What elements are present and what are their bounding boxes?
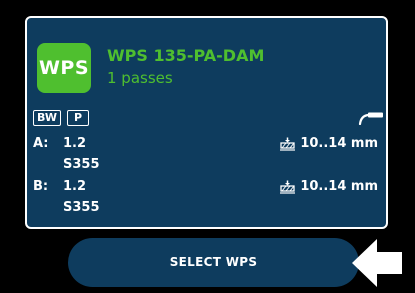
part-b-material: S355 bbox=[63, 200, 100, 215]
part-b-range: 10..14 mm bbox=[300, 179, 378, 194]
wps-passes-count: 1 passes bbox=[107, 69, 173, 87]
position-tag: P bbox=[67, 110, 89, 126]
part-a-value: 1.2 bbox=[63, 136, 87, 151]
part-a-range: 10..14 mm bbox=[300, 136, 378, 151]
pointing-arrow-icon bbox=[352, 239, 402, 287]
part-b-label: B: bbox=[33, 179, 49, 194]
joint-type-tag: BW bbox=[33, 110, 61, 126]
screen: { "wps": { "badge": "WPS", "title": "WPS… bbox=[0, 0, 415, 293]
part-a-thickness: 10..14 mm bbox=[280, 136, 378, 151]
wps-title: WPS 135-PA-DAM bbox=[107, 46, 265, 65]
part-b-thickness: 10..14 mm bbox=[280, 179, 378, 194]
plate-thickness-icon bbox=[280, 137, 296, 151]
part-a-material: S355 bbox=[63, 157, 100, 172]
welding-torch-icon bbox=[358, 112, 383, 125]
part-a-label: A: bbox=[33, 136, 49, 151]
plate-thickness-icon bbox=[280, 180, 296, 194]
wps-badge: WPS bbox=[37, 43, 91, 93]
wps-card[interactable]: WPS WPS 135-PA-DAM 1 passes BW P A: 1.2 … bbox=[25, 16, 388, 229]
part-b-value: 1.2 bbox=[63, 179, 87, 194]
select-wps-button[interactable]: SELECT WPS bbox=[68, 238, 359, 287]
